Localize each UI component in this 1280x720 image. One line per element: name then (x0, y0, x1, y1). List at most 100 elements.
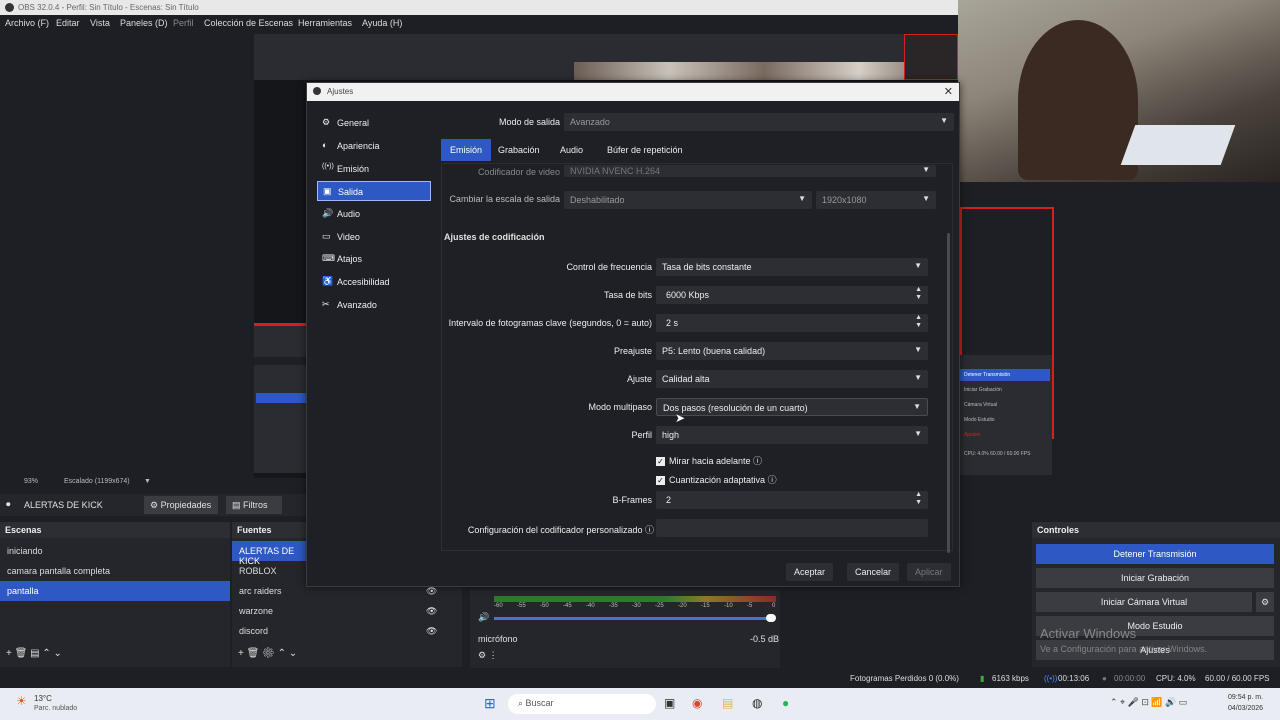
help-icon[interactable]: ⓘ (765, 475, 777, 485)
dropped-frames: Fotogramas Perdidos 0 (0.0%) (850, 674, 959, 683)
file-explorer-icon[interactable]: ▤ (722, 696, 733, 710)
menu-herramientas[interactable]: Herramientas (298, 18, 352, 28)
rescale-dropdown[interactable]: Deshabilitado ▼ (564, 191, 812, 209)
profile-dropdown[interactable]: high ▼ (656, 426, 928, 444)
rate-control-label: Control de frecuencia (566, 262, 652, 272)
tab-emision[interactable]: Emisión (441, 139, 492, 161)
mixer-settings-icon[interactable]: ⚙ ⋮ (478, 650, 498, 661)
nested-control-item: Iniciar Grabación (964, 387, 1002, 393)
filter-icon[interactable]: ▤ (30, 648, 42, 659)
source-item-selected[interactable]: ALERTAS DE KICK (232, 541, 306, 566)
eye-icon[interactable]: 👁 (426, 626, 437, 637)
menu-archivo[interactable]: Archivo (F) (5, 18, 49, 28)
add-icon[interactable]: + (238, 648, 247, 659)
chrome-icon[interactable]: ◉ (692, 696, 702, 710)
gear-icon[interactable]: ⚙ (262, 648, 277, 659)
sidebar-item-general[interactable]: ⚙ General (317, 113, 431, 133)
sidebar-item-avanzado[interactable]: ✂ Avanzado (317, 295, 431, 315)
up-icon[interactable]: ⌃ (278, 648, 289, 659)
obs-status-bar: Fotogramas Perdidos 0 (0.0%) ▮ 6163 kbps… (0, 668, 1280, 688)
sidebar-item-atajos[interactable]: ⌨ Atajos (317, 249, 431, 269)
add-icon[interactable]: + (6, 648, 15, 659)
down-icon[interactable]: ⌄ (289, 648, 297, 659)
speaker-icon[interactable]: 🔊 (478, 612, 489, 623)
taskbar-date[interactable]: 04/03/2026 (1228, 705, 1263, 712)
menu-vista[interactable]: Vista (90, 18, 110, 28)
sidebar-item-audio[interactable]: 🔊 Audio (317, 204, 431, 224)
sidebar-item-emision[interactable]: ((•)) Emisión (317, 159, 431, 179)
start-virtual-camera-button[interactable]: Iniciar Cámara Virtual (1036, 592, 1252, 612)
system-tray-icons[interactable]: ⌃ ⌖ 🎤 ⊡ 📶 🔊 ▭ (1110, 697, 1187, 708)
weather-desc[interactable]: Parc. nublado (34, 705, 77, 712)
sidebar-item-salida[interactable]: ▣ Salida (317, 181, 431, 201)
up-icon[interactable]: ⌃ (42, 648, 53, 659)
keyframe-spinbox[interactable]: 2 s ▲ ▼ (656, 314, 928, 332)
tab-grabacion[interactable]: Grabación (489, 139, 549, 161)
cancel-button[interactable]: Cancelar (847, 563, 900, 581)
sidebar-item-video[interactable]: ▭ Video (317, 227, 431, 247)
spotify-icon[interactable]: ● (782, 696, 789, 710)
lookahead-checkbox[interactable]: ✓ Mirar hacia adelante ⓘ (656, 454, 762, 467)
scaling-dropdown-icon[interactable]: ▼ (144, 478, 151, 485)
taskbar-time[interactable]: 09:54 p. m. (1228, 694, 1263, 701)
start-recording-button[interactable]: Iniciar Grabación (1036, 568, 1274, 588)
bitrate-spinbox[interactable]: 6000 Kbps ▲ ▼ (656, 286, 928, 304)
eye-icon[interactable]: 👁 (426, 606, 437, 617)
menu-editar[interactable]: Editar (56, 18, 80, 28)
multipass-dropdown[interactable]: Dos pasos (resolución de un cuarto) ▼ (656, 398, 928, 416)
down-icon[interactable]: ⌄ (54, 648, 62, 659)
menu-paneles[interactable]: Paneles (D) (120, 18, 168, 28)
tuning-dropdown[interactable]: Calidad alta ▼ (656, 370, 928, 388)
scene-item[interactable]: iniciando (0, 541, 230, 561)
close-icon[interactable]: ✕ (944, 85, 953, 98)
encoder-dropdown[interactable]: NVIDIA NVENC H.264 ▼ (564, 165, 936, 177)
sidebar-item-apariencia[interactable]: ◐ Apariencia (317, 136, 431, 156)
taskbar-search[interactable]: ⌕ Buscar (508, 694, 656, 714)
sidebar-item-accesibilidad[interactable]: ♿ Accesibilidad (317, 272, 431, 292)
output-mode-dropdown[interactable]: Avanzado ▼ (564, 113, 954, 131)
rate-control-dropdown[interactable]: Tasa de bits constante ▼ (656, 258, 928, 276)
spin-arrows-icon[interactable]: ▲ ▼ (915, 314, 922, 330)
menu-perfil[interactable]: Perfil (173, 18, 194, 28)
menu-ayuda[interactable]: Ayuda (H) (362, 18, 402, 28)
nested-control-item: Cámara Virtual (964, 402, 998, 408)
rescale-resolution-dropdown[interactable]: 1920x1080 ▼ (816, 191, 936, 209)
help-icon[interactable]: ⓘ (751, 456, 762, 466)
stop-streaming-button[interactable]: Detener Transmisión (1036, 544, 1274, 564)
task-view-icon[interactable]: ▣ (664, 696, 675, 710)
filters-button[interactable]: ▤ Filtros (226, 496, 282, 514)
scale-tick: -10 (724, 603, 733, 609)
tab-audio[interactable]: Audio (551, 139, 592, 161)
keyboard-shape (1120, 125, 1236, 165)
weather-temp[interactable]: 13°C (34, 694, 52, 703)
nested-control-item: Modo Estudio (964, 417, 995, 423)
preset-dropdown[interactable]: P5: Lento (buena calidad) ▼ (656, 342, 928, 360)
spin-arrows-icon[interactable]: ▲ ▼ (915, 286, 922, 302)
bitrate-value: 6000 Kbps (666, 290, 710, 300)
virtual-camera-settings-icon[interactable]: ⚙ (1256, 592, 1274, 612)
scene-item[interactable]: camara pantalla completa (0, 561, 230, 581)
adaptive-quantization-checkbox[interactable]: ✓ Cuantización adaptativa ⓘ (656, 473, 777, 486)
tab-bufer[interactable]: Búfer de repetición (598, 139, 692, 161)
scrollbar[interactable] (947, 233, 950, 553)
delete-icon[interactable]: 🗑 (15, 648, 30, 659)
accept-button[interactable]: Aceptar (786, 563, 834, 581)
bframes-spinbox[interactable]: 2 ▲ ▼ (656, 491, 928, 509)
custom-encoder-input[interactable] (656, 519, 928, 537)
menu-coleccion[interactable]: Colección de Escenas (204, 18, 293, 28)
help-icon[interactable]: ⓘ (642, 525, 654, 535)
chevron-down-icon: ▼ (914, 345, 922, 354)
scene-item-selected[interactable]: pantalla (0, 581, 230, 601)
volume-slider[interactable] (494, 617, 770, 620)
dialog-title: Ajustes (327, 87, 354, 96)
obs-taskbar-icon[interactable]: ◍ (752, 696, 762, 710)
controls-title: Controles (1032, 522, 1280, 538)
apply-button[interactable]: Aplicar (907, 563, 951, 581)
delete-icon[interactable]: 🗑 (247, 648, 262, 659)
broadcast-icon: ((•)) (322, 163, 334, 170)
properties-button[interactable]: ⚙ Propiedades (144, 496, 218, 514)
volume-slider-handle[interactable] (766, 614, 776, 622)
windows-start-icon[interactable]: ⊞ (484, 695, 496, 712)
spin-arrows-icon[interactable]: ▲ ▼ (915, 491, 922, 507)
eye-icon[interactable]: 👁 (426, 586, 437, 597)
